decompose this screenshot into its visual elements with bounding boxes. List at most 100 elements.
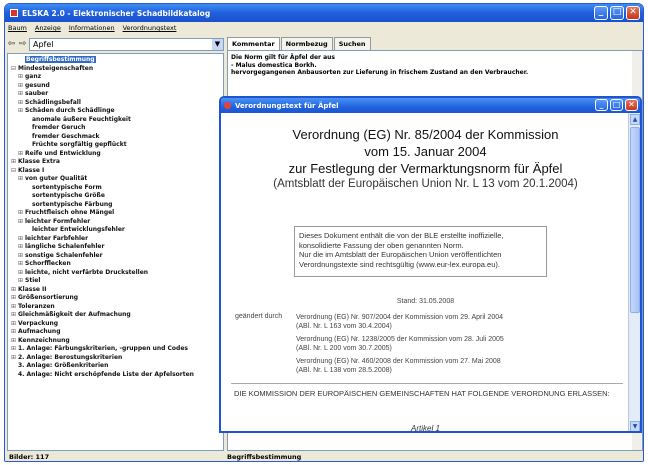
expand-icon[interactable]: ⊞ bbox=[11, 311, 18, 320]
expand-icon[interactable]: ⊞ bbox=[18, 235, 25, 244]
expand-icon[interactable]: ⊞ bbox=[11, 337, 18, 346]
tree-item[interactable]: ⊞ von guter Qualität bbox=[8, 175, 223, 184]
product-select[interactable]: Apfel ▼ bbox=[29, 37, 224, 51]
tree-item[interactable]: ⊞ leichte, nicht verfärbte Druckstellen bbox=[8, 269, 223, 278]
tree-item[interactable]: ⊞ Klasse II bbox=[8, 286, 223, 295]
expand-icon[interactable]: ⊞ bbox=[18, 175, 25, 184]
tree-item[interactable]: ⊞ sonstige Schalenfehler bbox=[8, 252, 223, 261]
maximize-button[interactable]: □ bbox=[610, 6, 624, 20]
minimize-button[interactable]: _ bbox=[594, 6, 608, 20]
comment-line: Die Norm gilt für Äpfel der aus bbox=[231, 54, 336, 61]
tree-item[interactable]: ⊞ 1. Anlage: Färbungskriterien, -gruppen … bbox=[8, 345, 223, 354]
disclaimer-line: Verordnungstexte sind rechtsgültig (www.… bbox=[299, 259, 500, 269]
back-arrow-icon[interactable]: ⇦ bbox=[7, 38, 16, 50]
tree-item[interactable]: ⊞ Schädlingsbefall bbox=[8, 99, 223, 108]
title-bar[interactable]: ELSKA 2.0 - Elektronischer Schadbildkata… bbox=[5, 4, 643, 22]
chevron-down-icon[interactable]: ▼ bbox=[212, 38, 223, 50]
tree-item[interactable]: ⊞ Schorfflecken bbox=[8, 260, 223, 269]
expand-icon[interactable]: ⊞ bbox=[11, 294, 18, 303]
tree-item[interactable]: ⊞ leichter Formfehler bbox=[8, 218, 223, 227]
amendment-title: Verordnung (EG) Nr. 907/2004 der Kommiss… bbox=[296, 314, 503, 321]
tree-item[interactable]: ⊞ Klasse Extra bbox=[8, 158, 223, 167]
tree-item[interactable]: ⊞ Größensortierung bbox=[8, 294, 223, 303]
expand-icon[interactable]: ⊞ bbox=[18, 107, 25, 116]
tree-item[interactable]: ⊞ Toleranzen bbox=[8, 303, 223, 312]
expand-icon[interactable]: ⊞ bbox=[18, 73, 25, 82]
tree-item[interactable]: ⊞ ganz bbox=[8, 73, 223, 82]
expand-icon[interactable]: ⊞ bbox=[18, 260, 25, 269]
popup-close-button[interactable]: ✕ bbox=[625, 99, 638, 111]
tree-item[interactable]: anomale äußere Feuchtigkeit bbox=[8, 116, 223, 125]
amendment-title: Verordnung (EG) Nr. 460/2008 der Kommiss… bbox=[296, 358, 501, 365]
tree-item[interactable]: fremder Geruch bbox=[8, 124, 223, 133]
expand-icon[interactable]: ⊞ bbox=[18, 90, 25, 99]
tree-item[interactable]: 4. Anlage: Nicht erschöpfende Liste der … bbox=[8, 371, 223, 380]
tree-item[interactable]: ⊞ sauber bbox=[8, 90, 223, 99]
scroll-down-icon[interactable]: ▼ bbox=[630, 421, 640, 431]
expand-icon[interactable]: ⊞ bbox=[18, 269, 25, 278]
tree-item-label: Schäden durch Schädlinge bbox=[25, 107, 115, 114]
tree-item[interactable]: ⊞ Stiel bbox=[8, 277, 223, 286]
tree-item[interactable]: ⊞ Kennzeichnung bbox=[8, 337, 223, 346]
regulation-scrollbar[interactable]: ▲ ▼ bbox=[628, 113, 640, 431]
tree-item[interactable]: ⊞ Verpackung bbox=[8, 320, 223, 329]
tab-suchen[interactable]: Suchen bbox=[333, 37, 371, 50]
expand-icon[interactable]: ⊞ bbox=[11, 320, 18, 329]
tree-item-label: 2. Anlage: Berostungskriterien bbox=[18, 353, 123, 361]
regulation-title-bar[interactable]: Verordnungstext für Äpfel _ □ ✕ bbox=[221, 98, 640, 113]
tree-item[interactable]: ⊞ längliche Schalenfehler bbox=[8, 243, 223, 252]
expand-icon[interactable]: ⊞ bbox=[18, 277, 25, 286]
amendment-title: Verordnung (EG) Nr. 1238/2005 der Kommis… bbox=[296, 336, 504, 343]
tree-item[interactable]: ⊟ Klasse I bbox=[8, 167, 223, 176]
expand-icon[interactable]: ⊞ bbox=[11, 286, 18, 295]
tree-item[interactable]: ⊞ Aufmachung bbox=[8, 328, 223, 337]
tab-kommentar[interactable]: Kommentar bbox=[227, 37, 280, 50]
expand-icon[interactable]: ⊞ bbox=[18, 209, 25, 218]
expand-icon[interactable]: ⊞ bbox=[11, 328, 18, 337]
collapse-icon[interactable]: ⊟ bbox=[11, 65, 18, 74]
tree-item[interactable]: sortentypische Form bbox=[8, 184, 223, 193]
tree-item[interactable]: Früchte sorgfältig gepflückt bbox=[8, 141, 223, 150]
tree-item-label: leichter Formfehler bbox=[25, 217, 91, 225]
collapse-icon[interactable]: ⊟ bbox=[11, 167, 18, 176]
tree-item[interactable]: sortentypische Färbung bbox=[8, 201, 223, 210]
tab-normbezug[interactable]: Normbezug bbox=[280, 37, 333, 50]
forward-arrow-icon[interactable]: ⇨ bbox=[18, 38, 27, 50]
expand-icon[interactable]: ⊞ bbox=[18, 252, 25, 261]
tree-item[interactable]: ⊞ Reife und Entwicklung bbox=[8, 150, 223, 159]
tree-item[interactable]: ⊞ Gleichmäßigkeit der Aufmachung bbox=[8, 311, 223, 320]
tree-item[interactable]: ⊞ gesund bbox=[8, 82, 223, 91]
tree-item-label: Verpackung bbox=[18, 319, 59, 327]
popup-minimize-button[interactable]: _ bbox=[595, 99, 608, 111]
tree-item[interactable]: leichter Entwicklungsfehler bbox=[8, 226, 223, 235]
expand-icon[interactable]: ⊞ bbox=[18, 99, 25, 108]
menu-informationen[interactable]: Informationen bbox=[69, 24, 115, 32]
tree-item[interactable]: fremder Geschmack bbox=[8, 133, 223, 142]
expand-icon[interactable]: ⊞ bbox=[11, 303, 18, 312]
menu-baum[interactable]: Baum bbox=[8, 24, 27, 32]
expand-icon[interactable]: ⊞ bbox=[18, 243, 25, 252]
tree-item[interactable]: ⊟ Mindesteigenschaften bbox=[8, 65, 223, 74]
scroll-up-icon[interactable]: ▲ bbox=[630, 114, 640, 125]
popup-maximize-button[interactable]: □ bbox=[610, 99, 623, 111]
tree-item[interactable]: Begriffsbestimmung bbox=[8, 56, 223, 65]
tree-item[interactable]: 3. Anlage: Größenkriterien bbox=[8, 362, 223, 371]
menu-anzeige[interactable]: Anzeige bbox=[35, 24, 61, 32]
tree-item[interactable]: ⊞ leichter Farbfehler bbox=[8, 235, 223, 244]
expand-icon[interactable]: ⊞ bbox=[18, 82, 25, 91]
tree-item[interactable]: ⊞ Fruchtfleisch ohne Mängel bbox=[8, 209, 223, 218]
tree-item[interactable]: ⊞ Schäden durch Schädlinge bbox=[8, 107, 223, 116]
expand-icon[interactable]: ⊞ bbox=[11, 354, 18, 363]
close-button[interactable]: ✕ bbox=[626, 6, 640, 20]
expand-icon[interactable]: ⊞ bbox=[11, 158, 18, 167]
disclaimer-line: Dieses Dokument enthält die von der BLE … bbox=[299, 231, 504, 240]
category-tree[interactable]: Begriffsbestimmung ⊟ Mindesteigenschaften ⊞… bbox=[7, 53, 224, 451]
regulation-date: vom 15. Januar 2004 bbox=[364, 144, 487, 159]
tree-item[interactable]: ⊞ 2. Anlage: Berostungskriterien bbox=[8, 354, 223, 363]
tree-item[interactable]: sortentypische Größe bbox=[8, 192, 223, 201]
expand-icon[interactable]: ⊞ bbox=[11, 345, 18, 354]
menu-verordnungstext[interactable]: Verordnungstext bbox=[123, 24, 177, 32]
expand-icon[interactable]: ⊞ bbox=[18, 218, 25, 227]
expand-icon[interactable]: ⊞ bbox=[18, 150, 25, 159]
scroll-thumb[interactable] bbox=[630, 127, 640, 313]
